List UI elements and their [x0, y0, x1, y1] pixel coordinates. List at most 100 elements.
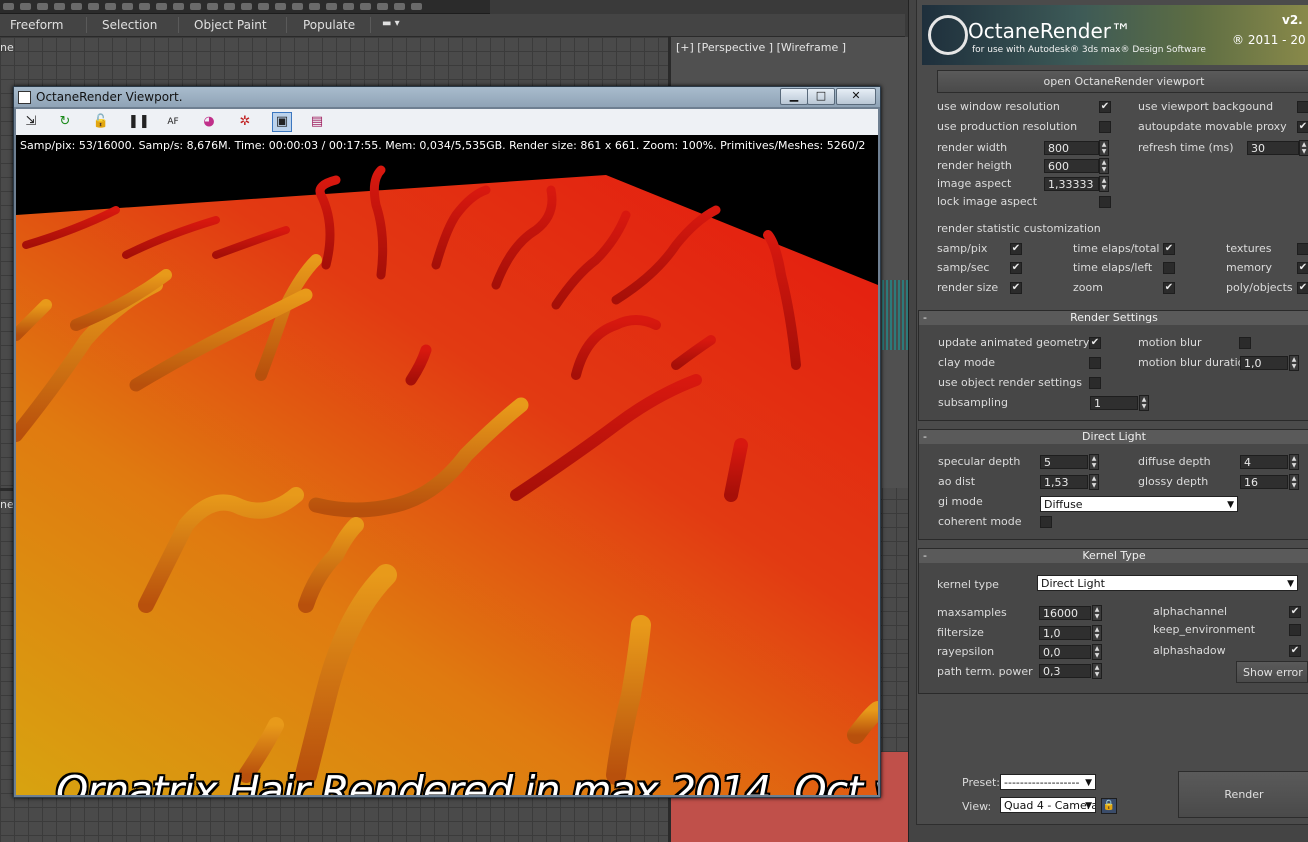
use-object-render-settings-checkbox[interactable]	[1089, 377, 1101, 389]
tool-icon[interactable]	[139, 3, 150, 10]
tool-icon[interactable]	[54, 3, 65, 10]
octane-render-window[interactable]: OctaneRender Viewport. ▁ □ ✕ ⇲ ↻ 🔓 ❚❚ AF…	[13, 86, 881, 798]
tool-icon[interactable]	[309, 3, 320, 10]
render-width-field[interactable]: 800	[1044, 141, 1099, 155]
use-production-resolution-checkbox[interactable]	[1099, 121, 1111, 133]
viewport-label[interactable]: ne	[0, 41, 14, 54]
tool-icon[interactable]	[207, 3, 218, 10]
render-width-stepper[interactable]: ▲ ▼	[1099, 140, 1109, 156]
image-aspect-stepper[interactable]: ▲ ▼	[1099, 176, 1109, 192]
tab-object-paint[interactable]: Object Paint	[194, 18, 267, 32]
use-viewport-background-checkbox[interactable]	[1297, 101, 1308, 113]
samp-sec-checkbox[interactable]: ✔	[1010, 262, 1022, 274]
tool-icon[interactable]	[377, 3, 388, 10]
rayepsilon-field[interactable]: 0,0	[1039, 645, 1091, 659]
tool-icon[interactable]	[20, 3, 31, 10]
collapse-icon[interactable]: -	[923, 549, 927, 563]
tool-icon[interactable]	[105, 3, 116, 10]
color-picker-icon[interactable]: ◕	[200, 113, 218, 131]
tool-icon[interactable]	[173, 3, 184, 10]
use-window-resolution-checkbox[interactable]: ✔	[1099, 101, 1111, 113]
time-total-checkbox[interactable]: ✔	[1163, 243, 1175, 255]
render-button[interactable]: Render	[1178, 771, 1308, 818]
clay-mode-checkbox[interactable]	[1089, 357, 1101, 369]
tool-icon[interactable]	[343, 3, 354, 10]
tab-selection[interactable]: Selection	[102, 18, 157, 32]
tool-icon[interactable]	[3, 3, 14, 10]
show-error-log-button[interactable]: Show error lo	[1236, 661, 1308, 683]
restart-icon[interactable]: ↻	[56, 113, 74, 131]
view-dropdown[interactable]: Quad 4 - Camera ▼	[1000, 797, 1096, 813]
display-icon[interactable]: ▣	[272, 112, 292, 132]
tool-icon[interactable]	[292, 3, 303, 10]
coherent-mode-checkbox[interactable]	[1040, 516, 1052, 528]
filtersize-field[interactable]: 1,0	[1039, 626, 1091, 640]
autofocus-icon[interactable]: AF	[164, 113, 182, 131]
window-titlebar[interactable]: OctaneRender Viewport. ▁ □ ✕	[14, 87, 880, 107]
viewport-label[interactable]: ne	[0, 498, 14, 511]
tool-icon[interactable]	[241, 3, 252, 10]
preset-dropdown[interactable]: ------------------- ▼	[1000, 774, 1096, 790]
ao-dist-stepper[interactable]: ▲ ▼	[1089, 474, 1099, 490]
tool-icon[interactable]	[224, 3, 235, 10]
lock-view-icon[interactable]: 🔒	[1101, 798, 1117, 814]
subsampling-field[interactable]: 1	[1090, 396, 1138, 410]
open-viewport-button[interactable]: open OctaneRender viewport	[937, 70, 1308, 93]
film-icon[interactable]: ▤	[308, 113, 326, 131]
direct-light-rollout[interactable]: - Direct Light	[918, 429, 1308, 445]
lock-icon[interactable]: 🔓	[92, 113, 110, 131]
keep-environment-checkbox[interactable]	[1289, 624, 1301, 636]
maxsamples-stepper[interactable]: ▲ ▼	[1092, 605, 1102, 621]
region-render-icon[interactable]: ✲	[236, 113, 254, 131]
tool-icon[interactable]	[37, 3, 48, 10]
tool-icon[interactable]	[258, 3, 269, 10]
tool-icon[interactable]	[360, 3, 371, 10]
update-animated-geometry-checkbox[interactable]: ✔	[1089, 337, 1101, 349]
path-term-power-stepper[interactable]: ▲ ▼	[1092, 663, 1102, 679]
motion-blur-checkbox[interactable]	[1239, 337, 1251, 349]
refresh-time-stepper[interactable]: ▲ ▼	[1299, 140, 1308, 156]
tool-icon[interactable]	[411, 3, 422, 10]
pause-icon[interactable]: ❚❚	[128, 113, 150, 131]
glossy-depth-stepper[interactable]: ▲ ▼	[1289, 474, 1299, 490]
autoupdate-proxy-checkbox[interactable]: ✔	[1297, 121, 1308, 133]
subsampling-stepper[interactable]: ▲ ▼	[1139, 395, 1149, 411]
close-button[interactable]: ✕	[836, 88, 876, 105]
glossy-depth-field[interactable]: 16	[1240, 475, 1288, 489]
motion-blur-duration-stepper[interactable]: ▲ ▼	[1289, 355, 1299, 371]
alphashadow-checkbox[interactable]: ✔	[1289, 645, 1301, 657]
ao-dist-field[interactable]: 1,53	[1040, 475, 1088, 489]
path-term-power-field[interactable]: 0,3	[1039, 664, 1091, 678]
filtersize-stepper[interactable]: ▲ ▼	[1092, 625, 1102, 641]
alphachannel-checkbox[interactable]: ✔	[1289, 606, 1301, 618]
perspective-viewport-label[interactable]: [+] [Perspective ] [Wireframe ]	[676, 41, 846, 54]
save-image-icon[interactable]: ⇲	[22, 113, 40, 131]
top-icon-strip[interactable]	[0, 0, 490, 14]
tool-icon[interactable]	[122, 3, 133, 10]
specular-depth-field[interactable]: 5	[1040, 455, 1088, 469]
diffuse-depth-field[interactable]: 4	[1240, 455, 1288, 469]
collapse-icon[interactable]: -	[923, 311, 927, 325]
maxsamples-field[interactable]: 16000	[1039, 606, 1091, 620]
tool-icon[interactable]	[326, 3, 337, 10]
render-canvas[interactable]: Samp/pix: 53/16000. Samp/s: 8,676M. Time…	[16, 135, 878, 795]
samp-pix-checkbox[interactable]: ✔	[1010, 243, 1022, 255]
memory-checkbox[interactable]: ✔	[1297, 262, 1308, 274]
motion-blur-duration-field[interactable]: 1,0	[1240, 356, 1288, 370]
diffuse-depth-stepper[interactable]: ▲ ▼	[1289, 454, 1299, 470]
maximize-button[interactable]: □	[807, 88, 835, 105]
tool-icon[interactable]	[275, 3, 286, 10]
tab-populate[interactable]: Populate	[303, 18, 355, 32]
tool-icon[interactable]	[71, 3, 82, 10]
tool-icon[interactable]	[88, 3, 99, 10]
refresh-time-field[interactable]: 30	[1247, 141, 1299, 155]
tool-icon[interactable]	[190, 3, 201, 10]
image-aspect-field[interactable]: 1,33333	[1044, 177, 1099, 191]
collapse-icon[interactable]: -	[923, 430, 927, 444]
minimize-button[interactable]: ▁	[780, 88, 808, 105]
specular-depth-stepper[interactable]: ▲ ▼	[1089, 454, 1099, 470]
kernel-type-rollout[interactable]: - Kernel Type	[918, 548, 1308, 564]
tab-freeform[interactable]: Freeform	[10, 18, 63, 32]
ribbon-options-icon[interactable]: ▬ ▾	[382, 18, 400, 29]
textures-checkbox[interactable]	[1297, 243, 1308, 255]
